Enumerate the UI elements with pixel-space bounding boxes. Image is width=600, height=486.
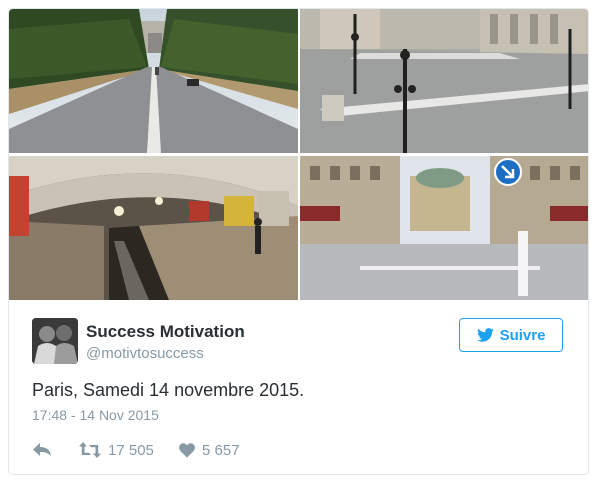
heart-icon: [179, 442, 195, 457]
photo-empty-square[interactable]: [300, 9, 588, 153]
photo-avenue-opera[interactable]: [300, 156, 588, 300]
photo-grid: [9, 9, 588, 300]
reply-button[interactable]: [32, 439, 52, 461]
like-button[interactable]: 5 657: [179, 439, 240, 461]
retweet-button[interactable]: 17 505: [79, 439, 154, 461]
author-avatar[interactable]: [32, 318, 78, 364]
reply-icon: [33, 443, 51, 456]
author-handle[interactable]: @motivtosuccess: [86, 345, 204, 362]
twitter-bird-icon: [476, 328, 494, 342]
photo-champs-elysees[interactable]: [9, 9, 298, 153]
retweet-count: 17 505: [108, 441, 154, 459]
photo-metro-platform[interactable]: [9, 156, 298, 300]
like-count: 5 657: [202, 441, 240, 459]
retweet-icon: [79, 442, 101, 458]
embedded-tweet-card: Success Motivation @motivtosuccess Suivr…: [8, 8, 589, 475]
author-name[interactable]: Success Motivation: [86, 322, 245, 342]
follow-button[interactable]: Suivre: [459, 318, 563, 352]
tweet-timestamp[interactable]: 17:48 - 14 Nov 2015: [32, 407, 159, 423]
follow-button-label: Suivre: [499, 326, 546, 344]
tweet-text: Paris, Samedi 14 novembre 2015.: [32, 380, 305, 400]
